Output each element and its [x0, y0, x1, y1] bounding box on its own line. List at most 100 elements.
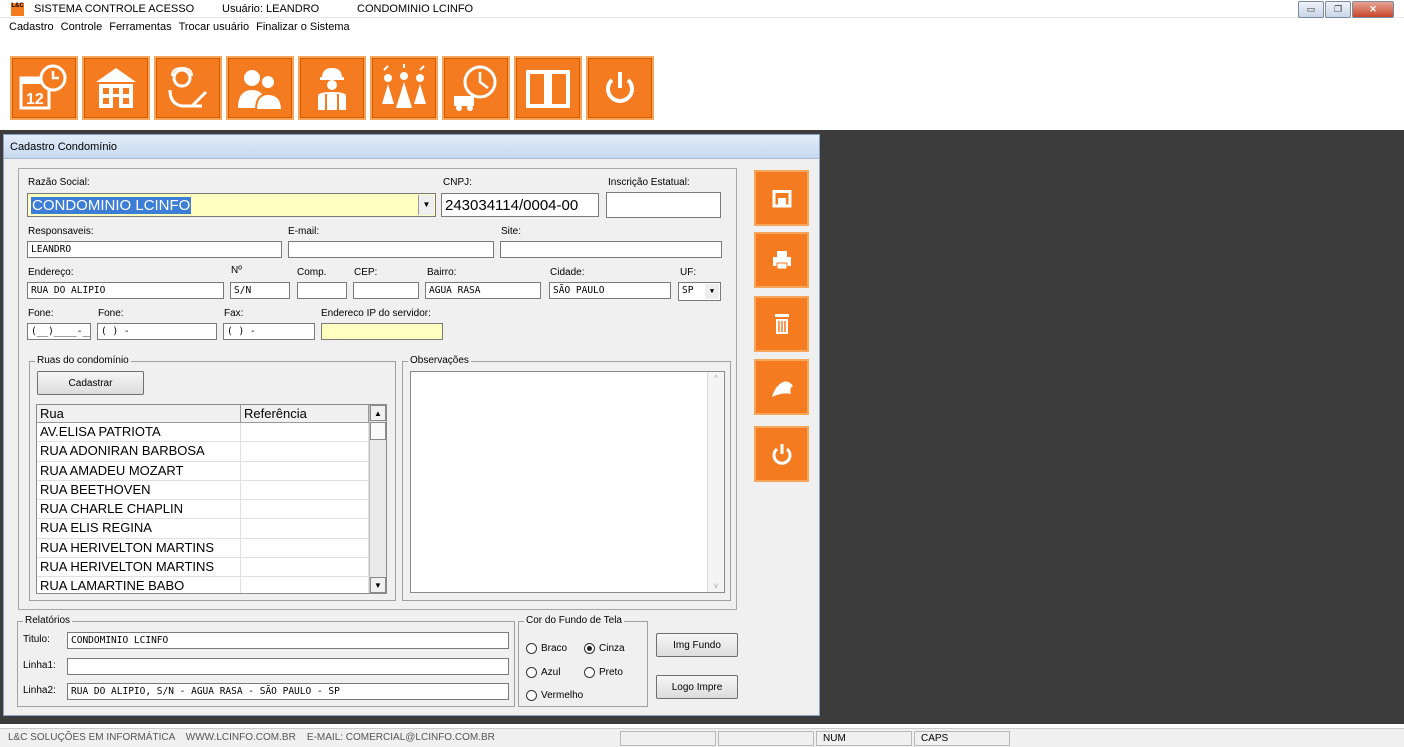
observacoes-group-label: Observações: [408, 355, 471, 366]
email-label: E-mail:: [288, 226, 320, 237]
table-row[interactable]: RUA AMADEU MOZART: [37, 461, 386, 481]
menu-trocar-usuario[interactable]: Trocar usuário: [176, 18, 253, 36]
endereco-field[interactable]: RUA DO ALIPIO: [27, 282, 224, 299]
table-row[interactable]: RUA HERIVELTON MARTINS: [37, 538, 386, 559]
fax-field[interactable]: ( ) -: [223, 323, 315, 340]
logo-impre-button[interactable]: Logo Impre: [656, 675, 738, 699]
print-button[interactable]: [754, 232, 809, 288]
toolbar-worker-button[interactable]: [298, 56, 366, 120]
scroll-thumb[interactable]: [370, 422, 386, 440]
scroll-down-icon[interactable]: ▼: [370, 577, 386, 593]
delivery-clock-icon: [454, 65, 497, 111]
status-caps: CAPS: [914, 731, 1010, 746]
scroll-up-icon[interactable]: ^: [708, 372, 724, 383]
ie-label: Inscrição Estatual:: [608, 177, 690, 188]
cell-referencia: [241, 577, 369, 593]
toolbar-book-button[interactable]: [514, 56, 582, 120]
toolbar-crowd-button[interactable]: [370, 56, 438, 120]
table-row[interactable]: RUA BEETHOVEN: [37, 480, 386, 501]
scroll-up-icon[interactable]: ▲: [370, 405, 386, 421]
email-field[interactable]: [288, 241, 494, 258]
menu-finalizar[interactable]: Finalizar o Sistema: [253, 18, 353, 36]
broom-icon: [771, 381, 793, 397]
uf-dropdown-icon[interactable]: ▼: [705, 284, 719, 299]
exit-button[interactable]: [754, 426, 809, 482]
column-header-rua[interactable]: Rua: [37, 405, 241, 422]
radio-cinza[interactable]: Cinza: [584, 643, 625, 654]
power-icon: [772, 444, 791, 465]
cell-rua: RUA ELIS REGINA: [37, 519, 241, 538]
radio-preto[interactable]: Preto: [584, 667, 623, 678]
menu-bar: Cadastro Controle Ferramentas Trocar usu…: [0, 18, 1404, 36]
responsaveis-field[interactable]: LEANDRO: [27, 241, 282, 258]
scroll-down-icon[interactable]: v: [708, 581, 724, 590]
cidade-field[interactable]: SÃO PAULO: [549, 282, 671, 299]
column-header-referencia[interactable]: Referência: [241, 405, 369, 422]
razao-select[interactable]: CONDOMINIO LCINFO ▼: [27, 193, 436, 217]
radio-vermelho[interactable]: Vermelho: [526, 690, 583, 701]
radio-dot: [526, 643, 537, 654]
bairro-field[interactable]: AGUA RASA: [425, 282, 541, 299]
cell-referencia: [241, 423, 369, 442]
table-row[interactable]: RUA CHARLE CHAPLIN: [37, 500, 386, 520]
power-icon: [606, 72, 634, 103]
cadastrar-button[interactable]: Cadastrar: [37, 371, 144, 395]
save-button[interactable]: [754, 170, 809, 226]
radio-azul[interactable]: Azul: [526, 667, 560, 678]
cell-rua: AV.ELISA PATRIOTA: [37, 423, 241, 442]
inscricao-estadual-field[interactable]: [606, 192, 721, 218]
delete-button[interactable]: [754, 296, 809, 352]
uf-label: UF:: [680, 267, 697, 278]
ip-servidor-field[interactable]: [321, 323, 443, 340]
uf-value: SP: [682, 285, 694, 296]
fone1-field[interactable]: (__)____-____: [27, 323, 91, 340]
clear-button[interactable]: [754, 359, 809, 415]
radio-label: Preto: [599, 667, 623, 678]
radio-dot: [584, 643, 595, 654]
building-icon: [96, 68, 136, 108]
close-button[interactable]: ✕: [1352, 1, 1394, 18]
window-title: Cadastro Condomínio: [4, 135, 819, 159]
linha2-field[interactable]: RUA DO ALIPIO, S/N - AGUA RASA - SÃO PAU…: [67, 683, 509, 700]
table-row[interactable]: AV.ELISA PATRIOTA: [37, 423, 386, 443]
menu-cadastro[interactable]: Cadastro: [6, 18, 57, 36]
toolbar-power-button[interactable]: [586, 56, 654, 120]
cnpj-label: CNPJ:: [443, 177, 472, 188]
fone2-field[interactable]: ( ) -: [97, 323, 217, 340]
minimize-button[interactable]: ▭: [1298, 1, 1324, 18]
status-bar: L&C SOLUÇÕES EM INFORMÁTICA WWW.LCINFO.C…: [0, 728, 1404, 747]
fax-label: Fax:: [224, 308, 244, 319]
table-row[interactable]: RUA ELIS REGINA: [37, 519, 386, 539]
uf-select[interactable]: SP ▼: [678, 282, 721, 301]
site-field[interactable]: [500, 241, 722, 258]
radio-label: Cinza: [599, 643, 625, 654]
dropdown-arrow-icon[interactable]: ▼: [418, 195, 434, 215]
toolbar-people-button[interactable]: [226, 56, 294, 120]
cell-rua: RUA ADONIRAN BARBOSA: [37, 442, 241, 461]
cell-referencia: [241, 538, 369, 558]
toolbar-delivery-button[interactable]: [442, 56, 510, 120]
table-scrollbar[interactable]: ▲ ▼: [369, 405, 386, 593]
table-row[interactable]: RUA HERIVELTON MARTINS: [37, 558, 386, 578]
linha1-field[interactable]: [67, 658, 509, 675]
complemento-field[interactable]: [297, 282, 347, 299]
titulo-field[interactable]: CONDOMINIO LCINFO: [67, 632, 509, 649]
observacoes-scrollbar[interactable]: ^ v: [707, 372, 724, 592]
menu-ferramentas[interactable]: Ferramentas: [106, 18, 174, 36]
table-row[interactable]: RUA ADONIRAN BARBOSA: [37, 442, 386, 462]
cnpj-field[interactable]: 243034114/0004-00: [441, 193, 599, 217]
menu-controle[interactable]: Controle: [58, 18, 106, 36]
radio-branco[interactable]: Braco: [526, 643, 567, 654]
cep-field[interactable]: [353, 282, 419, 299]
status-panel-2: [718, 731, 814, 746]
observacoes-textarea[interactable]: ^ v: [410, 371, 725, 593]
cell-referencia: [241, 519, 369, 538]
restore-button[interactable]: ❐: [1325, 1, 1351, 18]
table-row[interactable]: RUA LAMARTINE BABO: [37, 577, 386, 593]
numero-field[interactable]: S/N: [230, 282, 290, 299]
img-fundo-button[interactable]: Img Fundo: [656, 633, 738, 657]
toolbar-reception-button[interactable]: [154, 56, 222, 120]
toolbar-building-button[interactable]: [82, 56, 150, 120]
toolbar-calendar-button[interactable]: 12: [10, 56, 78, 120]
numero-label: Nº: [231, 265, 242, 276]
